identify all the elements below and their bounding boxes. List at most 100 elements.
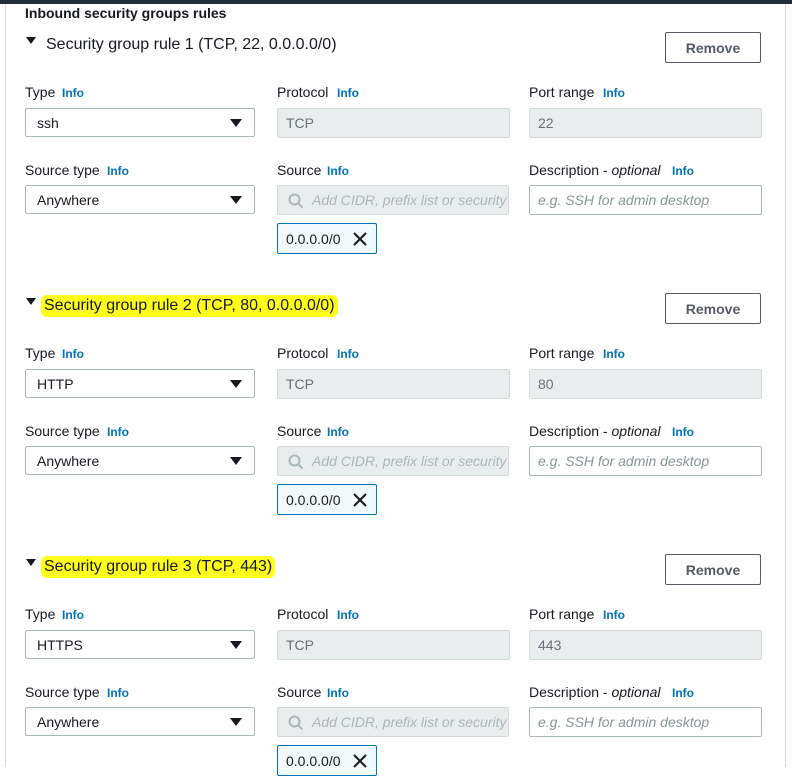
cidr-token: 0.0.0.0/0	[277, 484, 377, 515]
protocol-value: TCP	[286, 115, 314, 131]
port-range-label: Port range	[529, 345, 595, 361]
port-range-label: Port range	[529, 606, 595, 622]
source-info-link[interactable]: Info	[327, 425, 349, 439]
source-type-label: Source type	[25, 423, 100, 439]
source-type-label: Source type	[25, 684, 100, 700]
source-type-info-link[interactable]: Info	[107, 686, 129, 700]
cidr-token: 0.0.0.0/0	[277, 223, 377, 254]
source-type-info-link[interactable]: Info	[107, 425, 129, 439]
remove-button[interactable]: Remove	[665, 554, 761, 585]
description-info-link[interactable]: Info	[672, 686, 694, 700]
protocol-value: TCP	[286, 637, 314, 653]
source-type-value: Anywhere	[37, 453, 100, 469]
description-input[interactable]: e.g. SSH for admin desktop	[529, 185, 762, 215]
description-placeholder: e.g. SSH for admin desktop	[538, 192, 710, 208]
port-range-field: 22	[529, 108, 762, 138]
type-info-link[interactable]: Info	[62, 608, 84, 622]
port-range-info-link[interactable]: Info	[603, 347, 625, 361]
search-icon	[288, 715, 304, 731]
description-placeholder: e.g. SSH for admin desktop	[538, 714, 710, 730]
source-info-link[interactable]: Info	[327, 164, 349, 178]
type-info-link[interactable]: Info	[62, 347, 84, 361]
port-range-label: Port range	[529, 84, 595, 100]
description-info-link[interactable]: Info	[672, 164, 694, 178]
caret-down-icon	[230, 641, 242, 649]
top-bar	[0, 0, 792, 4]
cidr-token-value: 0.0.0.0/0	[286, 492, 341, 508]
source-type-value: Anywhere	[37, 714, 100, 730]
protocol-value: TCP	[286, 376, 314, 392]
caret-down-icon[interactable]	[26, 559, 36, 566]
protocol-label: Protocol	[277, 345, 329, 361]
remove-button[interactable]: Remove	[665, 32, 761, 63]
source-type-select[interactable]: Anywhere	[25, 446, 255, 475]
search-icon	[288, 454, 304, 470]
source-label: Source	[277, 423, 322, 439]
source-info-link[interactable]: Info	[327, 686, 349, 700]
description-label-text: Description -	[529, 684, 612, 700]
optional-text: optional	[611, 162, 661, 178]
source-type-select[interactable]: Anywhere	[25, 185, 255, 214]
caret-down-icon	[230, 380, 242, 388]
cidr-token: 0.0.0.0/0	[277, 745, 377, 776]
protocol-label: Protocol	[277, 606, 329, 622]
caret-down-icon	[230, 119, 242, 127]
source-type-info-link[interactable]: Info	[107, 164, 129, 178]
type-label: Type	[25, 345, 56, 361]
type-select-value: ssh	[37, 115, 59, 131]
remove-button[interactable]: Remove	[665, 293, 761, 324]
close-icon[interactable]	[352, 492, 368, 508]
protocol-label: Protocol	[277, 84, 329, 100]
caret-down-icon	[230, 718, 242, 726]
description-label: Description - optional	[529, 684, 661, 700]
protocol-info-link[interactable]: Info	[337, 608, 359, 622]
description-label-text: Description -	[529, 423, 612, 439]
description-label: Description - optional	[529, 162, 661, 178]
source-search-input[interactable]: Add CIDR, prefix list or security group	[277, 185, 509, 215]
port-range-info-link[interactable]: Info	[603, 608, 625, 622]
port-range-value: 22	[538, 115, 554, 131]
port-range-value: 80	[538, 376, 554, 392]
protocol-info-link[interactable]: Info	[337, 347, 359, 361]
section-title: Inbound security groups rules	[25, 5, 227, 21]
caret-down-icon[interactable]	[26, 37, 36, 44]
type-label: Type	[25, 84, 56, 100]
description-placeholder: e.g. SSH for admin desktop	[538, 453, 710, 469]
security-group-rule: Security group rule 2 (TCP, 80, 0.0.0.0/…	[0, 293, 792, 551]
type-select-value: HTTPS	[37, 637, 83, 653]
rule-title[interactable]: Security group rule 3 (TCP, 443)	[41, 556, 276, 578]
source-placeholder: Add CIDR, prefix list or security group	[312, 453, 508, 469]
type-select-value: HTTP	[37, 376, 74, 392]
type-select[interactable]: HTTPS	[25, 630, 255, 659]
port-range-field: 443	[529, 630, 762, 660]
source-search-input[interactable]: Add CIDR, prefix list or security group	[277, 446, 509, 476]
type-label: Type	[25, 606, 56, 622]
description-input[interactable]: e.g. SSH for admin desktop	[529, 446, 762, 476]
protocol-field: TCP	[277, 630, 510, 660]
source-search-input[interactable]: Add CIDR, prefix list or security group	[277, 707, 509, 737]
description-label-text: Description -	[529, 162, 612, 178]
protocol-field: TCP	[277, 108, 510, 138]
close-icon[interactable]	[352, 231, 368, 247]
search-icon	[288, 193, 304, 209]
description-label: Description - optional	[529, 423, 661, 439]
source-type-label: Source type	[25, 162, 100, 178]
protocol-field: TCP	[277, 369, 510, 399]
protocol-info-link[interactable]: Info	[337, 86, 359, 100]
optional-text: optional	[611, 423, 661, 439]
cidr-token-value: 0.0.0.0/0	[286, 231, 341, 247]
type-select[interactable]: ssh	[25, 108, 255, 137]
security-group-rule: Security group rule 1 (TCP, 22, 0.0.0.0/…	[0, 32, 792, 290]
type-info-link[interactable]: Info	[62, 86, 84, 100]
caret-down-icon	[230, 196, 242, 204]
source-type-select[interactable]: Anywhere	[25, 707, 255, 736]
caret-down-icon[interactable]	[26, 298, 36, 305]
port-range-info-link[interactable]: Info	[603, 86, 625, 100]
source-label: Source	[277, 684, 322, 700]
description-info-link[interactable]: Info	[672, 425, 694, 439]
description-input[interactable]: e.g. SSH for admin desktop	[529, 707, 762, 737]
source-placeholder: Add CIDR, prefix list or security group	[312, 714, 508, 730]
type-select[interactable]: HTTP	[25, 369, 255, 398]
rule-title[interactable]: Security group rule 1 (TCP, 22, 0.0.0.0/…	[44, 34, 339, 56]
rule-title[interactable]: Security group rule 2 (TCP, 80, 0.0.0.0/…	[41, 295, 338, 317]
